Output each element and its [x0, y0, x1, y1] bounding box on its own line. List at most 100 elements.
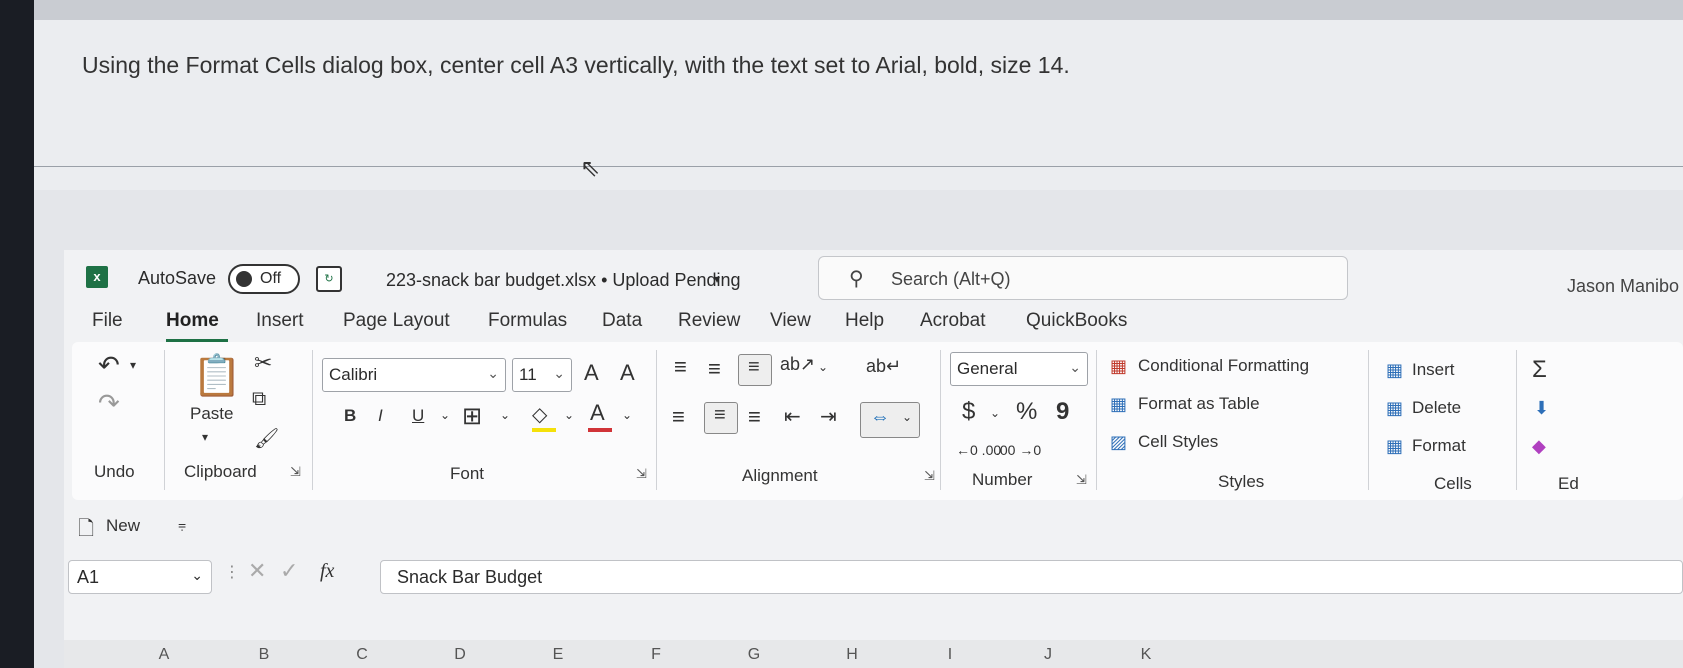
group-separator [656, 350, 657, 490]
column-header-e[interactable]: E [538, 646, 578, 664]
tab-page-layout[interactable]: Page Layout [343, 310, 450, 332]
dialog-launcher-icon[interactable]: ⇲ [636, 466, 647, 482]
borders-icon[interactable]: ⊞ [462, 402, 482, 431]
conditional-formatting-icon: ▦ [1110, 356, 1128, 376]
formula-input[interactable]: Snack Bar Budget [380, 560, 1683, 594]
dialog-launcher-icon[interactable]: ⇲ [924, 468, 935, 484]
clear-icon[interactable]: ◆ [1532, 436, 1546, 457]
chevron-down-icon[interactable]: ▾ [714, 272, 720, 286]
copy-icon[interactable]: ⧉ [252, 388, 266, 411]
chevron-down-icon[interactable]: ⌄ [622, 408, 632, 422]
align-left-icon[interactable]: ≡ [672, 404, 685, 430]
align-center-icon: ≡ [714, 404, 726, 426]
autosum-button[interactable]: Σ [1532, 356, 1547, 384]
cancel-icon[interactable]: ✕ [248, 558, 266, 584]
increase-indent-icon[interactable]: ⇥ [820, 404, 837, 429]
tab-review[interactable]: Review [678, 310, 740, 332]
comma-style-button[interactable]: 9 [1056, 398, 1069, 426]
tab-formulas[interactable]: Formulas [488, 310, 567, 332]
dialog-launcher-icon[interactable]: ⇲ [1076, 472, 1087, 488]
user-name[interactable]: Jason Manibo [1567, 276, 1679, 297]
column-header-a[interactable]: A [144, 646, 184, 664]
grow-font-button[interactable]: A [584, 360, 599, 386]
decrease-indent-icon[interactable]: ⇤ [784, 404, 801, 429]
tab-help[interactable]: Help [845, 310, 884, 332]
currency-button[interactable]: $ [962, 398, 975, 426]
name-box-value: A1 [77, 567, 100, 587]
chevron-down-icon[interactable]: ▾ [202, 430, 208, 444]
tab-acrobat[interactable]: Acrobat [920, 310, 985, 332]
insert-function-icon[interactable]: fx [320, 560, 334, 583]
insert-cells-button[interactable]: Insert [1412, 360, 1455, 380]
column-header-d[interactable]: D [440, 646, 480, 664]
font-name-dropdown[interactable]: Calibri ⌄ [322, 358, 506, 392]
new-document-icon[interactable]: 🗋 [78, 514, 94, 548]
underline-button[interactable]: U [412, 406, 424, 426]
align-top-icon[interactable]: ≡ [674, 354, 687, 380]
format-table-icon: ▦ [1110, 394, 1128, 414]
paste-icon[interactable]: 📋 [192, 352, 242, 399]
delete-cells-button[interactable]: Delete [1412, 398, 1461, 418]
paste-label[interactable]: Paste [190, 404, 233, 424]
tab-quickbooks[interactable]: QuickBooks [1026, 310, 1127, 332]
number-format-dropdown[interactable]: General ⌄ [950, 352, 1088, 386]
search-box[interactable]: ⚲ Search (Alt+Q) [818, 256, 1348, 300]
fill-color-icon[interactable]: ◇ [532, 402, 547, 427]
decrease-decimal-icon[interactable]: .00 →0 [996, 442, 1041, 458]
tab-insert[interactable]: Insert [256, 310, 304, 332]
italic-button[interactable]: I [378, 406, 383, 426]
column-header-c[interactable]: C [342, 646, 382, 664]
column-header-i[interactable]: I [930, 646, 970, 664]
shrink-font-button[interactable]: A [620, 360, 635, 386]
align-right-icon[interactable]: ≡ [748, 404, 761, 430]
column-header-k[interactable]: K [1126, 646, 1166, 664]
cells-group-label: Cells [1434, 474, 1472, 493]
tab-view[interactable]: View [770, 310, 811, 332]
font-size-value: 11 [519, 365, 537, 384]
cell-styles-button[interactable]: Cell Styles [1138, 432, 1218, 452]
tab-data[interactable]: Data [602, 310, 642, 332]
dialog-launcher-icon[interactable]: ⇲ [290, 464, 301, 480]
conditional-formatting-button[interactable]: Conditional Formatting [1138, 356, 1309, 376]
font-size-dropdown[interactable]: 11 ⌄ [512, 358, 572, 392]
document-title[interactable]: 223-snack bar budget.xlsx • Upload Pendi… [386, 270, 741, 291]
name-box[interactable]: A1 ⌄ [68, 560, 212, 594]
column-header-g[interactable]: G [734, 646, 774, 664]
new-button[interactable]: New [106, 516, 140, 536]
chevron-down-icon[interactable]: ⌄ [990, 406, 1000, 420]
autosave-toggle[interactable]: Off [228, 264, 300, 294]
column-header-h[interactable]: H [832, 646, 872, 664]
redo-icon[interactable]: ↷ [98, 388, 120, 419]
format-cells-button[interactable]: Format [1412, 436, 1466, 456]
cut-icon[interactable]: ✂ [254, 350, 272, 376]
undo-icon[interactable]: ↶ [98, 350, 120, 381]
chevron-down-icon[interactable]: ⌄ [440, 408, 450, 422]
bold-button[interactable]: B [344, 406, 356, 426]
align-middle-icon[interactable]: ≡ [708, 356, 721, 382]
increase-decimal-icon[interactable]: ←0 .00 [956, 442, 1001, 458]
wrap-text-icon[interactable]: ab↵ [866, 356, 901, 377]
font-color-button[interactable]: A [590, 400, 605, 426]
format-painter-icon[interactable]: 🖌 [254, 426, 279, 451]
chevron-down-icon: ⌄ [902, 410, 913, 424]
font-color-swatch [588, 428, 612, 432]
styles-group-label: Styles [1218, 472, 1265, 491]
chevron-down-icon[interactable]: ⌄ [818, 360, 828, 374]
orientation-icon[interactable]: ab↗ [780, 354, 815, 375]
column-header-j[interactable]: J [1028, 646, 1068, 664]
chevron-down-icon: ⌄ [1069, 359, 1081, 375]
tab-file[interactable]: File [92, 310, 123, 332]
save-icon[interactable]: ↻ [316, 266, 342, 292]
enter-icon[interactable]: ✓ [280, 558, 298, 584]
chevron-down-icon[interactable]: ▾ [130, 358, 136, 372]
chevron-down-icon[interactable]: ⌄ [564, 408, 574, 422]
fill-icon[interactable]: ⬇ [1534, 398, 1549, 419]
tab-home[interactable]: Home [166, 310, 219, 332]
chevron-down-icon[interactable]: ⌄ [500, 408, 510, 422]
format-as-table-button[interactable]: Format as Table [1138, 394, 1260, 414]
customize-qat-icon[interactable]: ⩦ [178, 516, 186, 533]
delete-cells-icon: ▦ [1386, 398, 1404, 418]
column-header-b[interactable]: B [244, 646, 284, 664]
column-header-f[interactable]: F [636, 646, 676, 664]
percent-button[interactable]: % [1016, 398, 1037, 426]
